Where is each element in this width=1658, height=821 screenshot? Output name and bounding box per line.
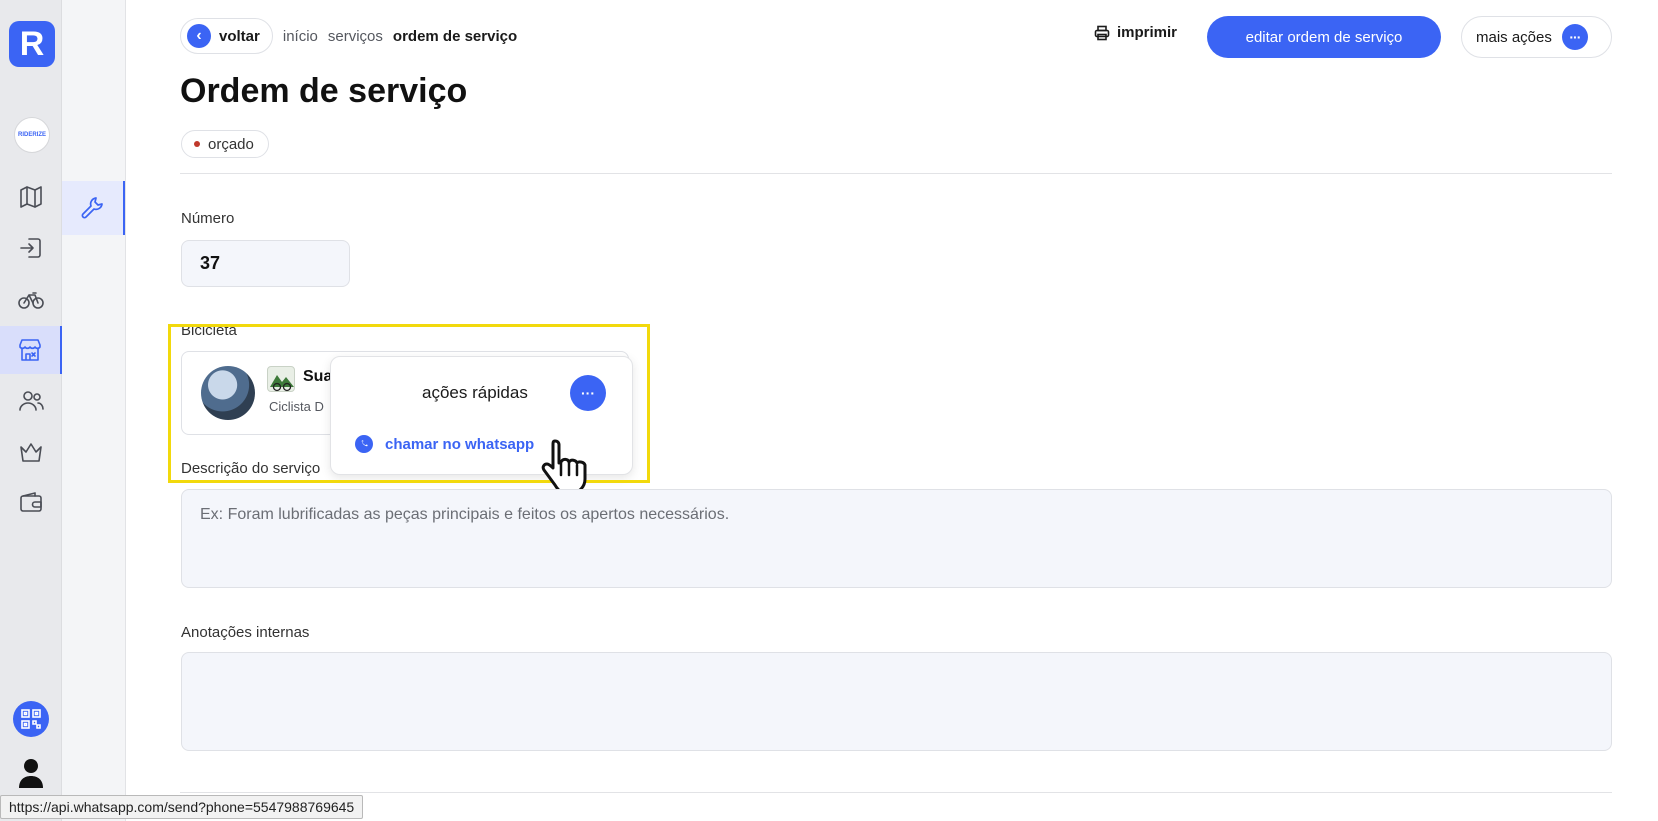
breadcrumb-current: ordem de serviço	[392, 27, 518, 45]
org-avatar[interactable]: RIDERIZE	[14, 117, 50, 153]
print-button[interactable]: imprimir	[1094, 24, 1177, 41]
edit-order-button[interactable]: editar ordem de serviço	[1207, 16, 1441, 58]
users-icon	[19, 391, 44, 411]
print-label: imprimir	[1117, 24, 1178, 41]
store-icon	[19, 339, 41, 361]
chevron-left-icon: ‹	[187, 24, 211, 48]
qr-code-icon	[21, 709, 41, 729]
rail-item-checkin[interactable]	[0, 224, 62, 272]
printer-icon	[1094, 25, 1110, 40]
map-icon	[20, 186, 42, 208]
subnav-item-services[interactable]	[62, 181, 125, 235]
wrench-icon	[81, 197, 103, 219]
rail-item-customers[interactable]	[0, 377, 62, 425]
rail-item-bikes[interactable]	[0, 275, 62, 323]
rail-item-map[interactable]	[0, 173, 62, 221]
status-badge: orçado	[181, 130, 269, 158]
status-dot	[194, 141, 200, 147]
rail-item-wallet[interactable]	[0, 479, 62, 527]
more-dots-icon: ···	[1561, 24, 1588, 50]
bicycle-icon	[18, 292, 44, 309]
number-label: Número	[181, 210, 235, 227]
notes-label: Anotações internas	[181, 624, 310, 641]
breadcrumb-services[interactable]: serviços	[328, 28, 383, 45]
divider	[180, 792, 1612, 793]
crown-icon	[20, 443, 42, 462]
breadcrumb: ‹ voltar início serviços ordem de serviç…	[180, 18, 517, 54]
sub-nav	[62, 0, 126, 821]
hand-cursor-icon	[541, 439, 587, 495]
user-icon[interactable]	[17, 756, 45, 788]
breadcrumb-home[interactable]: início	[283, 28, 318, 45]
more-actions-button[interactable]: mais ações ···	[1461, 16, 1612, 58]
back-label: voltar	[219, 27, 260, 45]
description-label: Descrição do serviço	[181, 460, 321, 477]
back-button[interactable]: ‹ voltar	[180, 18, 273, 54]
page-title: Ordem de serviço	[180, 72, 468, 110]
status-label: orçado	[208, 135, 254, 153]
left-rail: R RIDERIZE	[0, 0, 62, 821]
wallet-icon	[20, 492, 42, 512]
rail-item-store[interactable]	[0, 326, 62, 374]
link-status-bar: https://api.whatsapp.com/send?phone=5547…	[0, 795, 364, 819]
number-field[interactable]: 37	[181, 240, 350, 287]
rail-item-premium[interactable]	[0, 428, 62, 476]
app-logo[interactable]: R	[9, 21, 55, 67]
divider	[180, 173, 1612, 174]
login-icon	[20, 238, 41, 258]
more-actions-label: mais ações	[1476, 28, 1552, 46]
description-textarea[interactable]: Ex: Foram lubrificadas as peças principa…	[181, 489, 1612, 588]
notes-textarea[interactable]	[181, 652, 1612, 751]
qr-code-button[interactable]	[13, 701, 49, 737]
